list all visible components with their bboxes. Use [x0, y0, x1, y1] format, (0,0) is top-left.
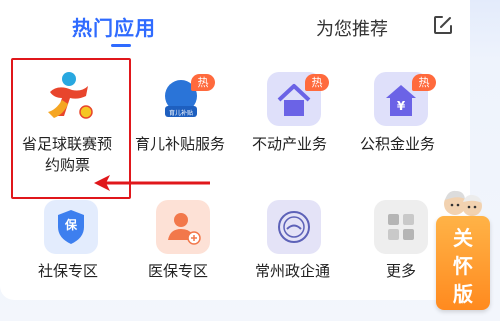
hot-badge: 热 — [191, 74, 215, 91]
tab-recommended[interactable]: 为您推荐 — [316, 15, 388, 41]
care-mode-panel: 关 怀 版 — [436, 216, 490, 310]
app-label: 常州政企通 — [255, 262, 331, 280]
tab-bar: 热门应用 为您推荐 — [0, 0, 470, 56]
hot-badge: 热 — [412, 74, 436, 91]
social-insurance-icon: 保 — [44, 200, 98, 254]
app-label: 公积金业务 — [360, 135, 436, 153]
tab-hot-apps[interactable]: 热门应用 — [72, 12, 156, 41]
changzhou-seal-icon — [267, 200, 321, 254]
app-label: 更多 — [386, 262, 417, 280]
app-label: 育儿补贴服务 — [135, 135, 226, 153]
app-label: 不动产业务 — [252, 135, 328, 153]
app-tile-real-estate[interactable]: 热 不动产业务 — [240, 56, 350, 186]
app-card: 热门应用 为您推荐 省足球联赛预 约购票 育儿补贴 热 育儿补贴服务 热 不动产… — [0, 0, 470, 300]
yen-symbol: ¥ — [396, 99, 406, 113]
app-label: 社保专区 — [38, 262, 99, 280]
more-grid-icon — [374, 200, 428, 254]
care-mode-widget[interactable]: 关 怀 版 — [436, 186, 490, 310]
app-label: 医保专区 — [148, 262, 209, 280]
pointer-arrow — [94, 175, 210, 191]
app-tile-housing-fund[interactable]: ¥ 热 公积金业务 — [350, 56, 460, 186]
app-tile-childcare[interactable]: 育儿补贴 热 育儿补贴服务 — [130, 56, 240, 186]
app-tile-changzhou-gov[interactable]: 常州政企通 — [240, 186, 350, 296]
edit-icon[interactable] — [432, 14, 454, 36]
tab-active-indicator — [111, 44, 131, 47]
hot-badge: 热 — [305, 74, 329, 91]
care-mode-char: 怀 — [453, 254, 473, 278]
shield-caption: 保 — [64, 218, 77, 232]
app-tile-medical-insurance[interactable]: 医保专区 — [130, 186, 240, 296]
care-mode-char: 版 — [453, 282, 473, 306]
app-tile-social-insurance[interactable]: 保 社保专区 — [0, 186, 130, 296]
childcare-icon-caption: 育儿补贴 — [168, 110, 193, 117]
medical-insurance-icon — [156, 200, 210, 254]
care-mode-char: 关 — [453, 226, 473, 250]
